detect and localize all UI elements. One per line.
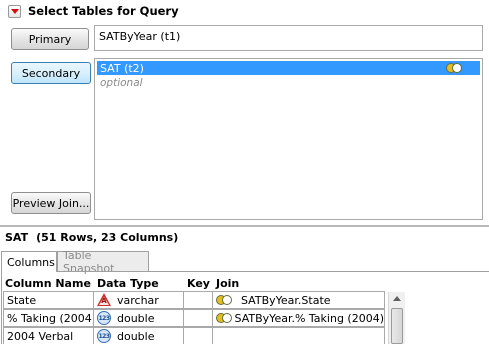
secondary-placeholder: optional [100,77,143,89]
table-meta: (51 Rows, 23 Columns) [36,231,179,244]
join-icon [446,63,462,73]
key-cell[interactable] [183,327,213,344]
join-icon [216,313,232,323]
vertical-scrollbar[interactable] [388,292,405,344]
join-cell[interactable]: SATByYear.% Taking (2004) [212,309,385,327]
table-name: SAT [5,231,29,244]
data-type-cell[interactable]: 123 double [93,309,184,327]
header-key: Key [187,277,210,290]
data-type-cell[interactable]: A varchar [93,291,184,309]
join-icon [216,295,232,305]
primary-table-field[interactable]: SATByYear (t1) [94,25,483,51]
panel-divider [0,225,489,227]
secondary-table-list[interactable]: SAT (t2) optional [94,58,483,220]
disclosure-triangle-icon[interactable] [8,4,21,18]
secondary-selected-row[interactable]: SAT (t2) [97,61,480,75]
numeric-icon: 123 [97,329,111,343]
tab-table-snapshot[interactable]: Table Snapshot [57,249,149,275]
scroll-up-arrow-icon[interactable] [393,296,401,301]
numeric-icon: 123 [97,311,111,325]
scroll-thumb[interactable] [391,308,403,344]
preview-join-button[interactable]: Preview Join... [11,192,91,214]
panel-header: Select Tables for Query [8,2,179,20]
join-cell[interactable] [212,327,385,344]
join-cell[interactable]: SATByYear.State [212,291,385,309]
header-column-name: Column Name [5,277,91,290]
column-name-cell[interactable]: 2004 Verbal [3,327,94,344]
header-data-type: Data Type [97,277,159,290]
table-info: SAT (51 Rows, 23 Columns) [5,231,178,244]
primary-button[interactable]: Primary [11,28,89,50]
primary-table-name: SATByYear (t1) [99,30,181,43]
data-type-cell[interactable]: 123 double [93,327,184,344]
tab-columns[interactable]: Columns [1,251,57,272]
column-name-cell[interactable]: State [3,291,94,309]
panel-title: Select Tables for Query [28,4,179,18]
key-cell[interactable] [183,291,213,309]
character-icon: A [97,293,111,307]
secondary-table-name: SAT (t2) [100,61,144,75]
column-name-cell[interactable]: % Taking (2004) [3,309,94,327]
secondary-button[interactable]: Secondary [11,62,91,84]
key-cell[interactable] [183,309,213,327]
header-join: Join [216,277,240,290]
